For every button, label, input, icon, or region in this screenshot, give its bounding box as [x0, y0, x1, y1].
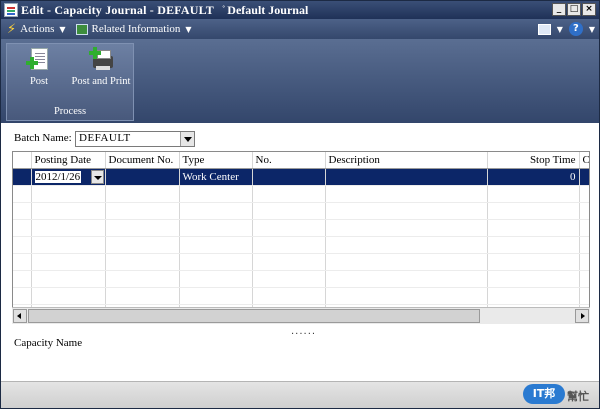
close-button[interactable]: ×	[582, 3, 596, 16]
watermark-text: 幫忙	[567, 391, 589, 403]
description-cell[interactable]	[325, 168, 488, 186]
scroll-left-icon[interactable]	[13, 309, 27, 323]
related-information-menu[interactable]: Related Information ▼	[75, 23, 192, 35]
no-cell[interactable]	[252, 168, 326, 186]
table-row[interactable]	[13, 185, 589, 203]
chevron-down-icon[interactable]: ▼	[589, 25, 595, 34]
table-row[interactable]	[13, 202, 589, 220]
ca-cell[interactable]	[579, 168, 589, 186]
row-selector[interactable]	[13, 168, 32, 186]
capacity-journal-window: Edit - Capacity Journal - DEFAULT ˚ Defa…	[0, 0, 600, 409]
post-icon	[26, 48, 52, 72]
chevron-down-icon: ▼	[59, 24, 66, 34]
chevron-down-icon[interactable]	[180, 132, 194, 146]
window-title: Edit - Capacity Journal - DEFAULT	[21, 2, 214, 17]
chevron-down-icon: ▼	[185, 24, 192, 34]
table-row[interactable]	[13, 219, 589, 237]
post-and-print-icon	[88, 47, 114, 72]
title-bar[interactable]: Edit - Capacity Journal - DEFAULT ˚ Defa…	[1, 1, 599, 19]
batch-name-label: Batch Name:	[14, 132, 72, 144]
posting-date-cell[interactable]: 2012/1/26	[31, 168, 106, 186]
table-row[interactable]	[13, 287, 589, 305]
watermark: IT邦 幫忙	[523, 384, 593, 406]
scroll-right-icon[interactable]	[575, 309, 589, 323]
app-icon	[4, 3, 18, 17]
chevron-down-icon[interactable]: ▼	[557, 25, 563, 34]
watermark-logo: IT邦	[523, 384, 565, 404]
related-info-icon	[75, 23, 88, 35]
table-row[interactable]	[13, 270, 589, 288]
chevron-down-icon[interactable]	[90, 169, 104, 184]
column-header-document-no[interactable]: Document No.	[105, 152, 180, 169]
ribbon: Post Post and Print Process	[1, 39, 599, 123]
column-header-ca[interactable]: Ca	[579, 152, 589, 169]
type-cell[interactable]: Work Center	[179, 168, 253, 186]
document-no-cell[interactable]	[105, 168, 180, 186]
maximize-button[interactable]: □	[567, 3, 581, 16]
window-subtitle: Default Journal	[227, 2, 309, 17]
column-header-description[interactable]: Description	[325, 152, 488, 169]
table-row[interactable]	[13, 253, 589, 271]
post-and-print-button[interactable]: Post and Print	[71, 47, 131, 87]
help-icon[interactable]: ?	[568, 22, 583, 36]
column-header-posting-date[interactable]: Posting Date	[31, 152, 106, 169]
posting-date-input[interactable]: 2012/1/26	[34, 170, 82, 183]
capacity-name-label: Capacity Name	[14, 337, 83, 349]
column-header-stop-time[interactable]: Stop Time	[487, 152, 580, 169]
view-icon[interactable]	[537, 23, 551, 35]
batch-name-value: DEFAULT	[79, 132, 131, 144]
post-button[interactable]: Post	[9, 48, 69, 87]
minimize-button[interactable]: _	[552, 3, 566, 16]
row-selector-header	[13, 152, 32, 169]
ribbon-group-label: Process	[53, 106, 87, 117]
ribbon-group-process: Post Post and Print Process	[6, 43, 134, 121]
batch-name-row: Batch Name: DEFAULT	[14, 131, 195, 147]
command-bar: ⚡ Actions ▼ Related Information ▼ ▼ ? ▼	[1, 19, 599, 39]
status-bar: IT邦 幫忙	[1, 381, 599, 408]
stop-time-cell[interactable]: 0	[487, 168, 580, 186]
journal-content: Batch Name: DEFAULT Posting Date Documen…	[1, 123, 599, 381]
column-header-no[interactable]: No.	[252, 152, 326, 169]
window-controls: _ □ ×	[552, 3, 596, 16]
batch-name-combo[interactable]: DEFAULT	[75, 131, 195, 147]
related-label: Related Information	[91, 23, 181, 35]
actions-menu[interactable]: ⚡ Actions ▼	[7, 22, 66, 37]
horizontal-scrollbar[interactable]	[12, 307, 590, 324]
journal-lines-grid: Posting Date Document No. Type No. Descr…	[12, 151, 590, 324]
journal-caret-icon: ˚	[221, 4, 226, 16]
lightning-icon: ⚡	[7, 21, 17, 37]
table-row[interactable]: 2012/1/26 Work Center 0	[13, 168, 589, 186]
post-and-print-label: Post and Print	[71, 76, 131, 87]
panel-splitter[interactable]: ......	[291, 326, 316, 337]
column-header-type[interactable]: Type	[179, 152, 253, 169]
grid-header-row: Posting Date Document No. Type No. Descr…	[13, 152, 589, 169]
post-label: Post	[29, 76, 49, 87]
actions-label: Actions	[20, 23, 55, 35]
scrollbar-thumb[interactable]	[28, 309, 480, 323]
cmdbar-right: ▼ ? ▼	[537, 22, 595, 36]
table-row[interactable]	[13, 236, 589, 254]
